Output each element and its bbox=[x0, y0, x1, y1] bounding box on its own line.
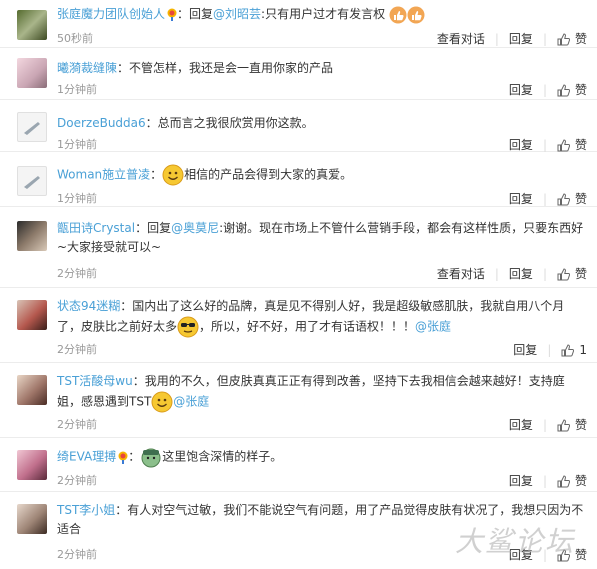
timestamp: 1分钟前 bbox=[57, 192, 97, 205]
user-name[interactable]: Woman施立普凌 bbox=[57, 168, 150, 182]
comment-item: Woman施立普凌： 相信的产品会得到大家的真爱。 1分钟前 回复 | 赞 bbox=[0, 152, 597, 207]
watermark: 大鲨论坛 bbox=[455, 525, 576, 558]
mention-link[interactable]: @刘昭芸 bbox=[213, 7, 261, 21]
reply-button[interactable]: 回复 bbox=[509, 30, 533, 47]
reply-button[interactable]: 回复 bbox=[509, 472, 533, 489]
timestamp: 2分钟前 bbox=[57, 343, 97, 356]
reply-button[interactable]: 回复 bbox=[509, 416, 533, 433]
sunglasses-emoji-icon bbox=[177, 316, 199, 338]
comment-item: 张庭魔力团队创始人 ：回复@刘昭芸:只有用户过才有发言权 50秒前 查看对话 | 回… bbox=[0, 0, 597, 48]
comment-item: 状态94迷糊：国内出了这么好的品牌，真是见不得别人好，我是超级敏感肌肤，我就自用… bbox=[0, 288, 597, 363]
comment-item: 绮EVA理搏：这里饱含深情的样子。 2分钟前 回复 | 赞 bbox=[0, 438, 597, 492]
like-button[interactable]: 赞 bbox=[557, 265, 587, 282]
thumbs-up-icon bbox=[557, 193, 570, 206]
thumbs-up-icon bbox=[557, 139, 570, 152]
like-button[interactable]: 赞 bbox=[557, 81, 587, 98]
user-name[interactable]: TST李小姐 bbox=[57, 503, 115, 517]
reply-button[interactable]: 回复 bbox=[509, 265, 533, 282]
thumbs-up-icon bbox=[557, 33, 570, 46]
timestamp: 2分钟前 bbox=[57, 418, 97, 431]
user-name[interactable]: 甑田诗Crystal bbox=[57, 221, 135, 235]
comment-item: 甑田诗Crystal：回复@奥莫尼:谢谢。现在市场上不管什么营销手段，都会有这样… bbox=[0, 207, 597, 288]
like-button[interactable]: 赞 bbox=[557, 416, 587, 433]
mention-link[interactable]: @张庭 bbox=[415, 320, 451, 334]
thumbs-up-icon bbox=[557, 84, 570, 97]
avatar[interactable] bbox=[17, 375, 47, 405]
thumbs-up-emoji-icon bbox=[389, 6, 407, 23]
smiley-icon bbox=[162, 164, 184, 186]
view-dialog-link[interactable]: 查看对话 bbox=[437, 265, 485, 282]
timestamp: 50秒前 bbox=[57, 32, 93, 45]
reply-button[interactable]: 回复 bbox=[509, 190, 533, 207]
user-name[interactable]: 张庭魔力团队创始人 bbox=[57, 7, 165, 21]
comment-actions: 回复 | 赞 bbox=[508, 416, 587, 433]
comment-actions: 查看对话 | 回复 | 赞 bbox=[436, 30, 587, 47]
cartoon-emoji-icon bbox=[141, 448, 161, 468]
comment-actions: 查看对话 | 回复 | 赞 bbox=[436, 265, 587, 282]
comment-item: DoerzeBudda6：总而言之我很欣赏用你这款。 1分钟前 回复 | 赞 bbox=[0, 100, 597, 152]
avatar[interactable] bbox=[17, 10, 47, 40]
like-button[interactable]: 赞 bbox=[557, 30, 587, 47]
like-button[interactable]: 1 bbox=[561, 343, 587, 357]
thumbs-up-emoji-icon bbox=[407, 6, 425, 23]
timestamp: 2分钟前 bbox=[57, 267, 97, 280]
default-avatar-icon bbox=[24, 176, 40, 189]
timestamp: 1分钟前 bbox=[57, 83, 97, 96]
timestamp: 1分钟前 bbox=[57, 138, 97, 151]
thumbs-up-icon bbox=[557, 475, 570, 488]
comment-actions: 回复 | 赞 bbox=[508, 190, 587, 207]
mention-link[interactable]: @张庭 bbox=[173, 395, 209, 409]
reply-button[interactable]: 回复 bbox=[513, 341, 537, 358]
avatar[interactable] bbox=[17, 112, 47, 142]
comment-actions: 回复 | 赞 bbox=[508, 472, 587, 489]
avatar[interactable] bbox=[17, 166, 47, 196]
thumbs-up-icon bbox=[557, 419, 570, 432]
comment-actions: 回复 | 赞 bbox=[508, 81, 587, 98]
comment-item: TST活酸母wu：我用的不久，但皮肤真真正正有得到改善，坚持下去我相信会越来越好… bbox=[0, 363, 597, 438]
user-name[interactable]: TST活酸母wu bbox=[57, 374, 133, 388]
mention-link[interactable]: @奥莫尼 bbox=[171, 221, 219, 235]
user-name[interactable]: 状态94迷糊 bbox=[57, 299, 120, 313]
avatar[interactable] bbox=[17, 504, 47, 534]
user-name[interactable]: 曦漪裁缝陳 bbox=[57, 61, 117, 75]
user-name[interactable]: 绮EVA理搏 bbox=[57, 450, 116, 464]
timestamp: 2分钟前 bbox=[57, 474, 97, 487]
user-name[interactable]: DoerzeBudda6 bbox=[57, 116, 146, 130]
avatar[interactable] bbox=[17, 450, 47, 480]
vip-badge-icon bbox=[167, 8, 177, 21]
avatar[interactable] bbox=[17, 300, 47, 330]
comment-actions: 回复 | 1 bbox=[513, 341, 587, 358]
timestamp: 2分钟前 bbox=[57, 548, 97, 561]
default-avatar-icon bbox=[24, 122, 40, 135]
thumbs-up-icon bbox=[561, 343, 575, 356]
like-button[interactable]: 赞 bbox=[557, 190, 587, 207]
reply-button[interactable]: 回复 bbox=[509, 81, 533, 98]
like-count: 1 bbox=[579, 342, 587, 357]
smiley-icon bbox=[151, 391, 173, 413]
like-button[interactable]: 赞 bbox=[557, 136, 587, 153]
avatar[interactable] bbox=[17, 58, 47, 88]
avatar[interactable] bbox=[17, 221, 47, 251]
thumbs-up-icon bbox=[557, 268, 570, 281]
view-dialog-link[interactable]: 查看对话 bbox=[437, 30, 485, 47]
comment-item: 曦漪裁缝陳：不管怎样，我还是会一直用你家的产品 1分钟前 回复 | 赞 bbox=[0, 48, 597, 100]
vip-badge-icon bbox=[118, 451, 128, 464]
reply-button[interactable]: 回复 bbox=[509, 136, 533, 153]
like-button[interactable]: 赞 bbox=[557, 472, 587, 489]
comment-actions: 回复 | 赞 bbox=[508, 136, 587, 153]
